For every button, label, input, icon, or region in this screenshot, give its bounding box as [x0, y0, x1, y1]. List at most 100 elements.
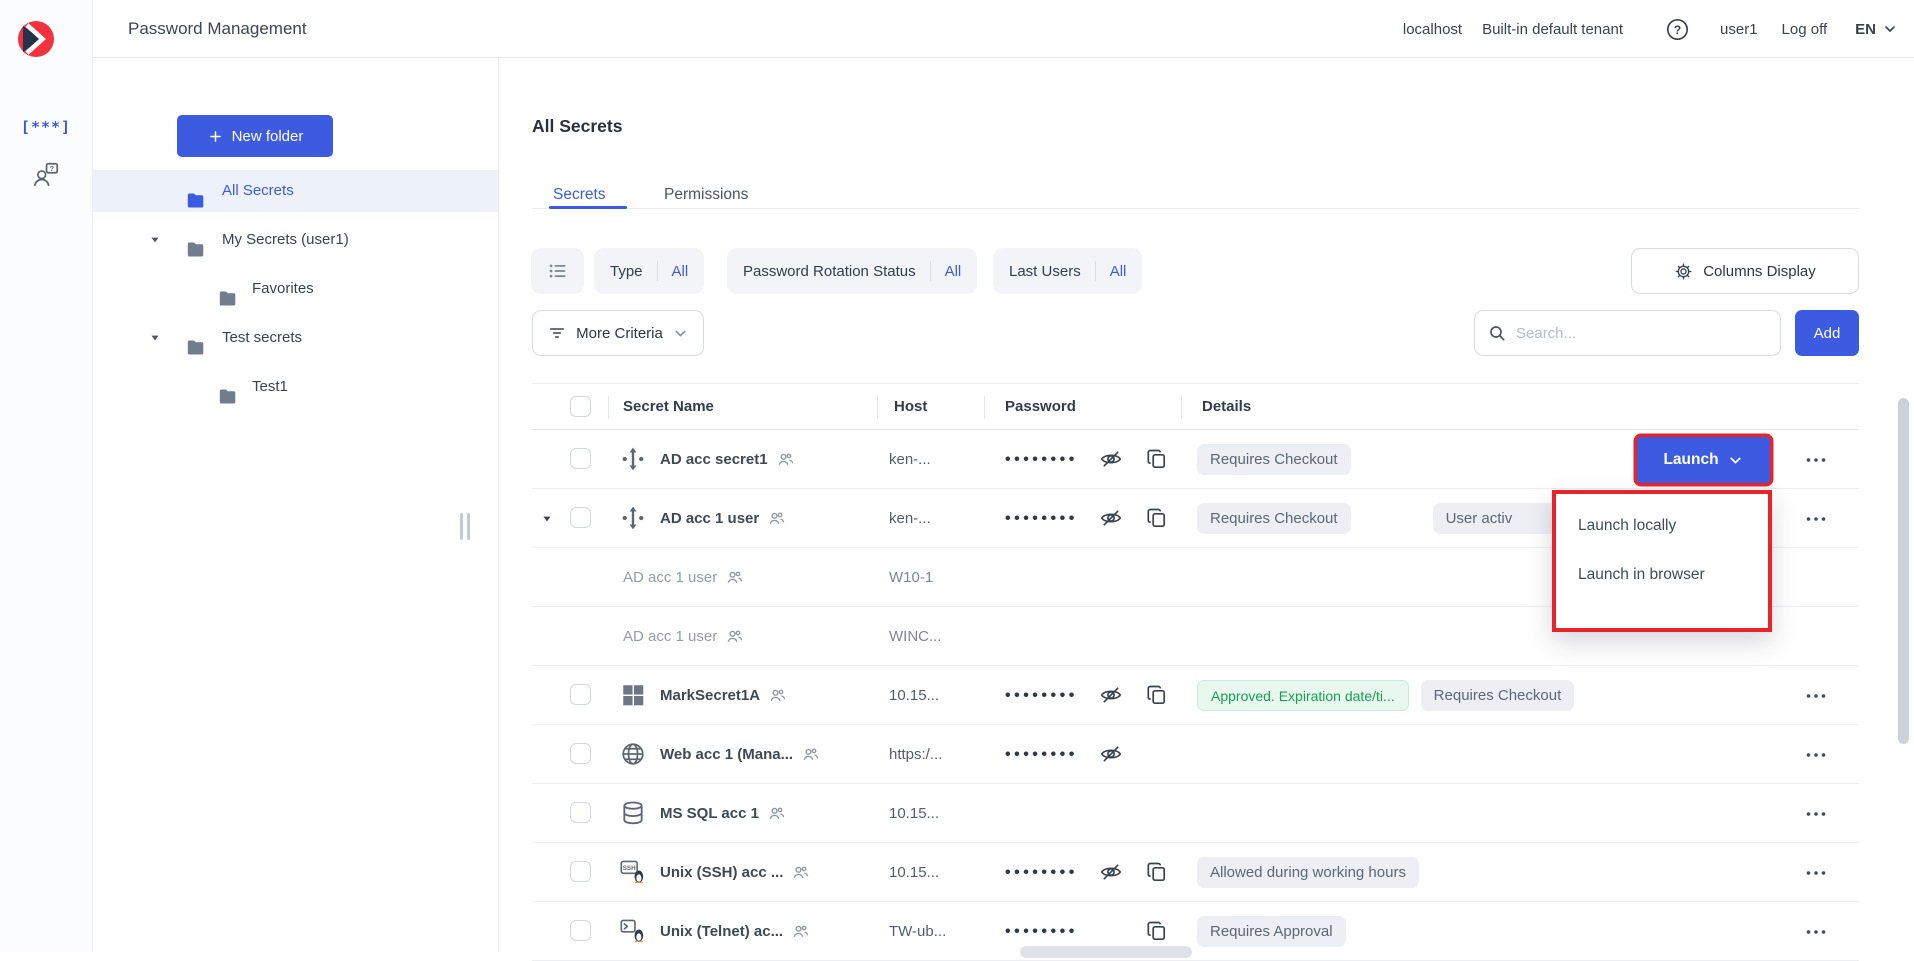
column-header-password: Password: [1005, 398, 1076, 415]
secret-name-cell[interactable]: MS SQL acc 1: [660, 784, 785, 843]
host-cell: WINC...: [889, 607, 942, 666]
add-button[interactable]: Add: [1795, 310, 1859, 356]
row-actions-icon: [1804, 802, 1828, 826]
password-vault-icon[interactable]: [***]: [0, 118, 92, 136]
secret-name-cell[interactable]: Unix (SSH) acc ...: [660, 843, 809, 902]
new-folder-button[interactable]: New folder: [177, 115, 333, 157]
secret-name-cell[interactable]: AD acc secret1: [660, 430, 794, 489]
caret-down-icon: [148, 233, 162, 247]
copy-password-button[interactable]: [1144, 859, 1170, 885]
horizontal-scrollbar-thumb[interactable]: [1020, 946, 1192, 958]
row-menu-button[interactable]: [1804, 860, 1830, 886]
copy-password-button[interactable]: [1144, 682, 1170, 708]
copy-password-button[interactable]: [1144, 446, 1170, 472]
sidebar-folder-test1[interactable]: Test1: [93, 366, 498, 408]
filter-last-users-value[interactable]: All: [1096, 263, 1143, 280]
eye-off-icon: [1099, 860, 1123, 884]
tree-caret[interactable]: [148, 233, 162, 247]
row-expand-caret[interactable]: [540, 512, 554, 526]
launch-button[interactable]: Launch: [1637, 437, 1770, 483]
launch-menu-item-launch-in-browser[interactable]: Launch in browser: [1556, 550, 1768, 599]
columns-display-button[interactable]: Columns Display: [1631, 248, 1859, 294]
search-icon: [1487, 323, 1507, 343]
column-header-secret-name: Secret Name: [623, 398, 714, 415]
secret-name-cell[interactable]: AD acc 1 user: [623, 548, 743, 607]
view-options-button[interactable]: [531, 248, 584, 294]
row-checkbox[interactable]: [570, 507, 591, 528]
row-menu-button[interactable]: [1804, 447, 1830, 473]
logoff-button[interactable]: Log off: [1782, 21, 1828, 38]
row-checkbox[interactable]: [570, 684, 591, 705]
secret-name-cell[interactable]: Web acc 1 (Mana...: [660, 725, 819, 784]
filter-prs-value[interactable]: All: [931, 263, 978, 280]
row-menu-button[interactable]: [1804, 742, 1830, 768]
secret-name-label: AD acc secret1: [660, 451, 768, 468]
shared-account-icon: [769, 687, 786, 704]
shared-account-icon: [768, 805, 785, 822]
details-badges: Allowed during working hours: [1197, 843, 1419, 902]
panel-resize-handle[interactable]: [460, 513, 470, 540]
tab-secrets[interactable]: Secrets: [553, 186, 606, 204]
filter-password-rotation-status[interactable]: Password Rotation Status All: [727, 248, 977, 294]
filter-last-users[interactable]: Last Users All: [993, 248, 1142, 294]
table-row: SSH Unix (SSH) acc ... 10.15... •••••••• All…: [532, 843, 1859, 902]
reveal-password-button[interactable]: [1098, 446, 1124, 472]
sidebar-folder-favorites[interactable]: Favorites: [93, 268, 498, 310]
row-checkbox[interactable]: [570, 861, 591, 882]
vertical-scrollbar-thumb[interactable]: [1898, 398, 1909, 744]
row-menu-button[interactable]: [1804, 801, 1830, 827]
ssh-secret-icon: SSH: [620, 859, 646, 885]
caret-down-icon: [540, 512, 554, 526]
reveal-password-button[interactable]: [1098, 741, 1124, 767]
row-checkbox[interactable]: [570, 802, 591, 823]
copy-password-button[interactable]: [1144, 505, 1170, 531]
row-checkbox[interactable]: [570, 920, 591, 941]
select-all-checkbox[interactable]: [570, 396, 591, 417]
tree-caret[interactable]: [148, 331, 162, 345]
column-separator: [877, 396, 878, 419]
filter-type[interactable]: Type All: [594, 248, 704, 294]
column-separator: [1181, 396, 1182, 419]
active-tab-indicator: [549, 206, 627, 209]
help-icon: ?: [1665, 17, 1690, 42]
sidebar-folder-all-secrets[interactable]: All Secrets: [93, 170, 498, 212]
host-cell: ken-...: [889, 489, 931, 548]
eye-off-icon: [1099, 447, 1123, 471]
user-request-icon[interactable]: ?: [0, 160, 92, 190]
search-input[interactable]: [1516, 325, 1768, 342]
help-button[interactable]: ?: [1665, 17, 1690, 42]
svg-text:?: ?: [50, 164, 55, 173]
tab-permissions[interactable]: Permissions: [664, 186, 748, 204]
password-mask: ••••••••: [1005, 725, 1078, 784]
more-criteria-button[interactable]: More Criteria: [532, 310, 704, 356]
reveal-password-button[interactable]: [1098, 682, 1124, 708]
language-selector[interactable]: EN: [1855, 21, 1898, 38]
row-actions-icon: [1804, 861, 1828, 885]
folder-icon: [217, 288, 238, 309]
sidebar-folder-my-secrets-user1-[interactable]: My Secrets (user1): [93, 219, 498, 261]
host-cell: TW-ub...: [889, 902, 946, 961]
sidebar-folder-test-secrets[interactable]: Test secrets: [93, 317, 498, 359]
secret-name-cell[interactable]: MarkSecret1A: [660, 666, 786, 725]
secret-name-cell[interactable]: AD acc 1 user: [660, 489, 785, 548]
ad-secret-icon: [620, 505, 646, 531]
secret-name-cell[interactable]: AD acc 1 user: [623, 607, 743, 666]
host-cell: 10.15...: [889, 843, 939, 902]
chevron-down-icon: [672, 325, 689, 342]
row-checkbox[interactable]: [570, 448, 591, 469]
main-content: All Secrets Secrets Permissions Type All…: [499, 58, 1914, 952]
shared-account-icon: [792, 923, 809, 940]
reveal-password-button[interactable]: [1098, 859, 1124, 885]
filter-type-value[interactable]: All: [658, 263, 705, 280]
copy-password-button[interactable]: [1144, 918, 1170, 944]
row-menu-button[interactable]: [1804, 683, 1830, 709]
secret-name-cell[interactable]: Unix (Telnet) ac...: [660, 902, 809, 961]
reveal-password-button[interactable]: [1098, 505, 1124, 531]
row-menu-button[interactable]: [1804, 919, 1830, 945]
row-checkbox[interactable]: [570, 743, 591, 764]
person-question-icon: ?: [31, 160, 61, 190]
password-mask: ••••••••: [1005, 843, 1078, 902]
column-separator: [608, 396, 609, 419]
launch-menu-item-launch-locally[interactable]: Launch locally: [1556, 501, 1768, 550]
row-menu-button[interactable]: [1804, 506, 1830, 532]
